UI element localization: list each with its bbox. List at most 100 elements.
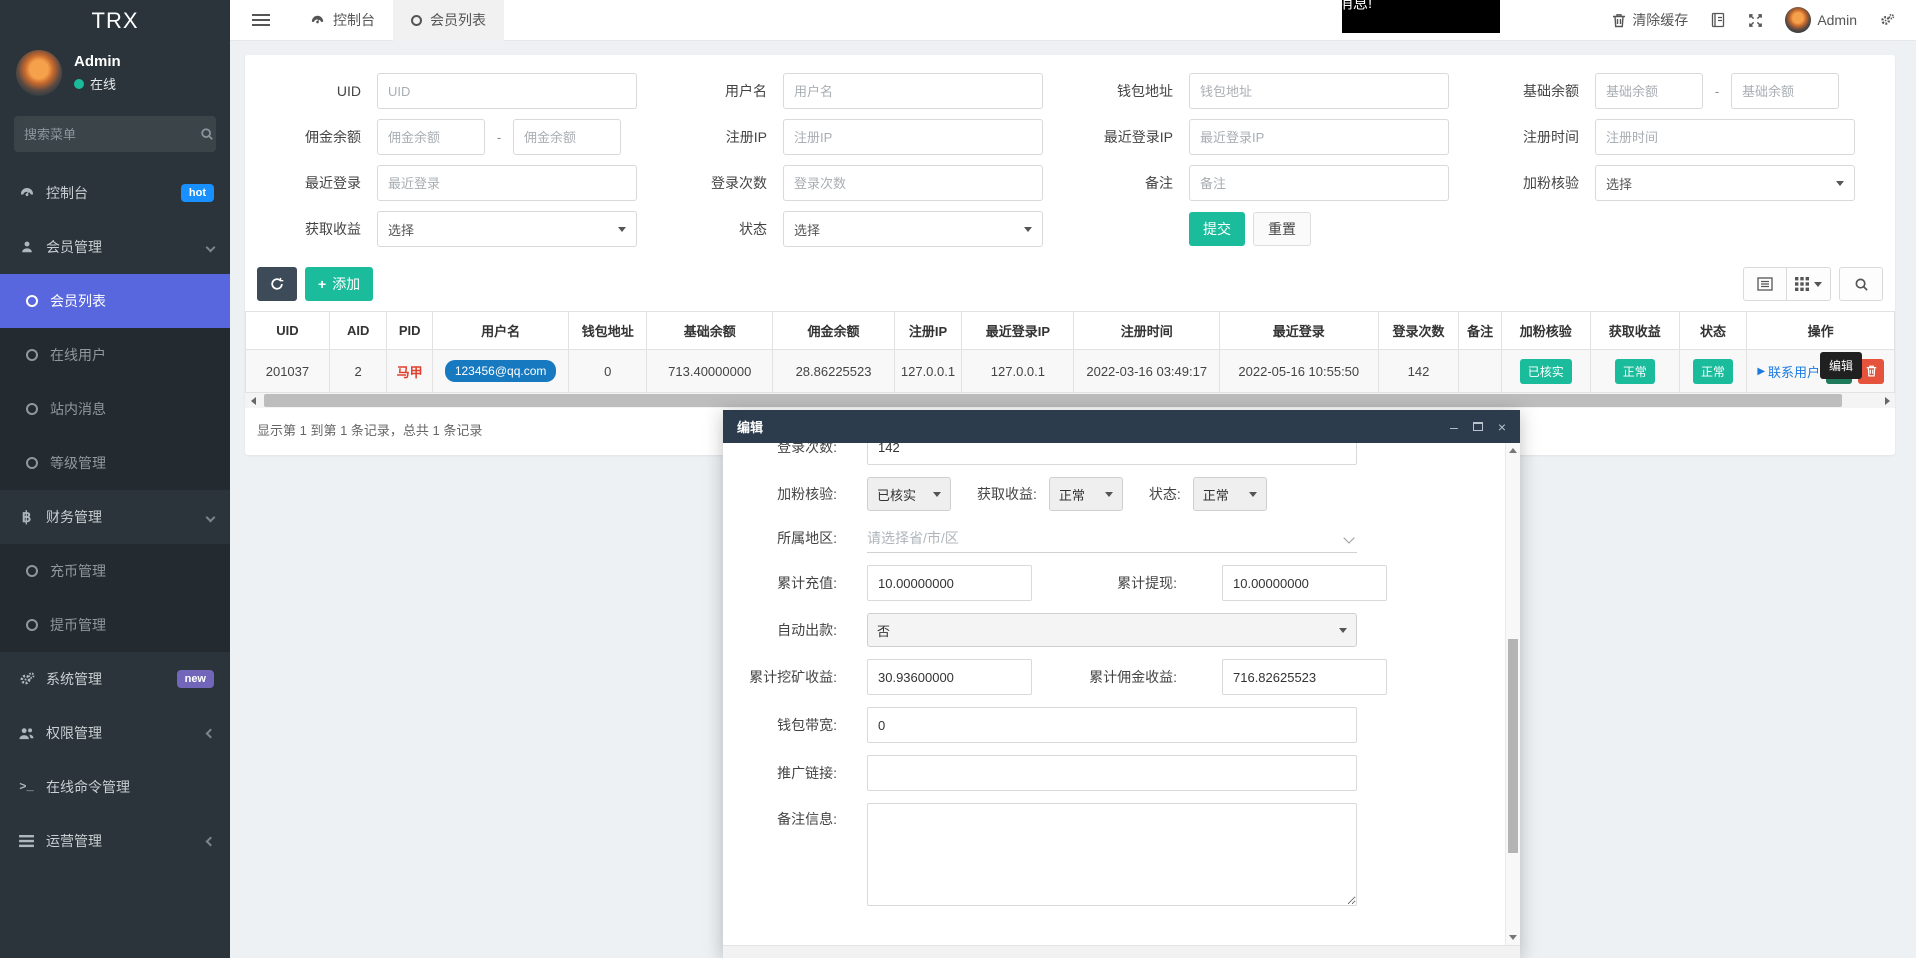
status-select[interactable]: 选择	[783, 211, 1043, 247]
scroll-left-arrow-icon[interactable]	[245, 393, 261, 408]
bandwidth-input[interactable]	[867, 707, 1357, 743]
close-icon[interactable]: ×	[1498, 420, 1506, 434]
mining-income-input[interactable]	[867, 659, 1032, 695]
field-label: 钱包带宽:	[737, 715, 837, 735]
commission-max-input[interactable]	[513, 119, 621, 155]
sidebar-item-operation-mgmt[interactable]: 运营管理	[0, 814, 230, 868]
notification-toast[interactable]: 消息!	[1342, 0, 1500, 33]
sidebar-item-console[interactable]: 控制台 hot	[0, 166, 230, 220]
sidebar-item-withdraw-mgmt[interactable]: 提币管理	[0, 598, 230, 652]
search-icon[interactable]	[200, 127, 214, 141]
field-recharge-withdraw: 累计充值: 累计提现:	[723, 565, 1505, 601]
user-menu[interactable]: Admin	[1785, 7, 1857, 33]
sidebar-item-online-command-mgmt[interactable]: >_ 在线命令管理	[0, 760, 230, 814]
scroll-up-arrow-icon[interactable]	[1509, 448, 1517, 453]
reset-button[interactable]: 重置	[1253, 212, 1311, 246]
sidebar-item-site-messages[interactable]: 站内消息	[0, 382, 230, 436]
scrollbar-thumb[interactable]	[1508, 639, 1518, 853]
scrollbar-thumb[interactable]	[264, 394, 1842, 407]
table-horizontal-scrollbar[interactable]	[245, 393, 1895, 408]
fan-verify-select[interactable]: 已核实	[867, 477, 951, 511]
contact-user-link[interactable]: ▶联系用户	[1757, 362, 1820, 381]
total-withdraw-input[interactable]	[1222, 565, 1387, 601]
contact-label: 联系用户	[1768, 362, 1820, 381]
remark-textarea[interactable]	[867, 803, 1357, 906]
fullscreen-icon[interactable]	[1748, 13, 1763, 28]
field-label: 累计提现:	[1062, 573, 1177, 593]
sidebar-item-online-users[interactable]: 在线用户	[0, 328, 230, 382]
wallet-input[interactable]	[1189, 73, 1449, 109]
scroll-down-arrow-icon[interactable]	[1509, 935, 1517, 940]
income-select[interactable]: 正常	[1049, 477, 1123, 511]
refresh-button[interactable]	[257, 267, 297, 301]
income-select[interactable]: 选择	[377, 211, 637, 247]
base-balance-max-input[interactable]	[1731, 73, 1839, 109]
sidebar-item-permission-mgmt[interactable]: 权限管理	[0, 706, 230, 760]
field-label: 自动出款:	[737, 620, 837, 640]
toggle-view-button[interactable]	[1743, 267, 1787, 301]
submit-button[interactable]: 提交	[1189, 212, 1245, 246]
circle-icon	[26, 349, 38, 361]
col-reg-ip: 注册IP	[894, 312, 962, 350]
auto-pay-select[interactable]: 否	[867, 613, 1357, 647]
reg-ip-input[interactable]	[783, 119, 1043, 155]
commission-min-input[interactable]	[377, 119, 485, 155]
field-label: 累计充值:	[737, 573, 837, 593]
scroll-right-arrow-icon[interactable]	[1879, 393, 1895, 408]
cell-fan-verify: 已核实	[1501, 350, 1590, 393]
caret-down-icon	[618, 227, 626, 232]
total-recharge-input[interactable]	[867, 565, 1032, 601]
promo-link-input[interactable]	[867, 755, 1357, 791]
last-ip-input[interactable]	[1189, 119, 1449, 155]
sidebar-item-deposit-mgmt[interactable]: 充币管理	[0, 544, 230, 598]
col-wallet: 钱包地址	[569, 312, 647, 350]
menu-search-input[interactable]	[24, 127, 200, 142]
log-book-icon[interactable]	[1710, 12, 1726, 28]
field-remark: 备注信息:	[723, 803, 1505, 906]
columns-button[interactable]	[1787, 267, 1831, 301]
modal-scrollbar[interactable]	[1505, 443, 1520, 945]
field-promo-link: 推广链接:	[723, 755, 1505, 791]
bitcoin-icon: ฿	[18, 508, 35, 526]
user-profile: Admin 在线	[0, 42, 230, 108]
base-balance-min-input[interactable]	[1595, 73, 1703, 109]
clear-cache-button[interactable]: 清除缓存	[1612, 10, 1688, 30]
remark-input[interactable]	[1189, 165, 1449, 201]
modal-titlebar[interactable]: 编辑 – ×	[723, 410, 1520, 443]
username-input[interactable]	[783, 73, 1043, 109]
last-login-input[interactable]	[377, 165, 637, 201]
sidebar: TRX Admin 在线 控制台 hot 会员管理 会员列表	[0, 0, 230, 958]
login-count-input[interactable]	[783, 165, 1043, 201]
avatar[interactable]	[16, 50, 62, 96]
region-select[interactable]: 请选择省/市/区	[867, 523, 1357, 553]
reg-time-input[interactable]	[1595, 119, 1855, 155]
sidebar-item-finance-mgmt[interactable]: ฿ 财务管理	[0, 490, 230, 544]
commission-income-input[interactable]	[1222, 659, 1387, 695]
settings-gears-icon[interactable]	[1879, 12, 1896, 28]
tab-member-list[interactable]: 会员列表	[393, 0, 504, 41]
circle-icon	[26, 457, 38, 469]
uid-input[interactable]	[377, 73, 637, 109]
modal-body: 登录次数: 加粉核验: 已核实 获取收益: 正常 状态: 正常 所属地区: 请选…	[723, 443, 1505, 945]
fan-verify-select[interactable]: 选择	[1595, 165, 1855, 201]
sidebar-item-level-mgmt[interactable]: 等级管理	[0, 436, 230, 490]
username-badge[interactable]: 123456@qq.com	[445, 360, 557, 382]
sidebar-item-member-list[interactable]: 会员列表	[0, 274, 230, 328]
add-button[interactable]: +添加	[305, 267, 373, 301]
sidebar-item-member-mgmt[interactable]: 会员管理	[0, 220, 230, 274]
cell-last-ip: 127.0.0.1	[962, 350, 1074, 393]
field-label: 状态:	[1149, 484, 1181, 504]
list-icon	[18, 835, 35, 848]
minimize-icon[interactable]: –	[1450, 420, 1458, 434]
tab-console[interactable]: 控制台	[292, 0, 393, 41]
login-count-input[interactable]	[867, 443, 1357, 465]
member-submenu: 会员列表 在线用户 站内消息 等级管理	[0, 274, 230, 490]
restore-icon[interactable]	[1473, 422, 1483, 431]
sidebar-item-system-mgmt[interactable]: 系统管理 new	[0, 652, 230, 706]
table-search-button[interactable]	[1839, 267, 1883, 301]
hamburger-icon[interactable]	[252, 11, 270, 29]
col-commission: 佣金余额	[773, 312, 894, 350]
status-select[interactable]: 正常	[1193, 477, 1267, 511]
col-username: 用户名	[432, 312, 568, 350]
cell-wallet: 0	[569, 350, 647, 393]
